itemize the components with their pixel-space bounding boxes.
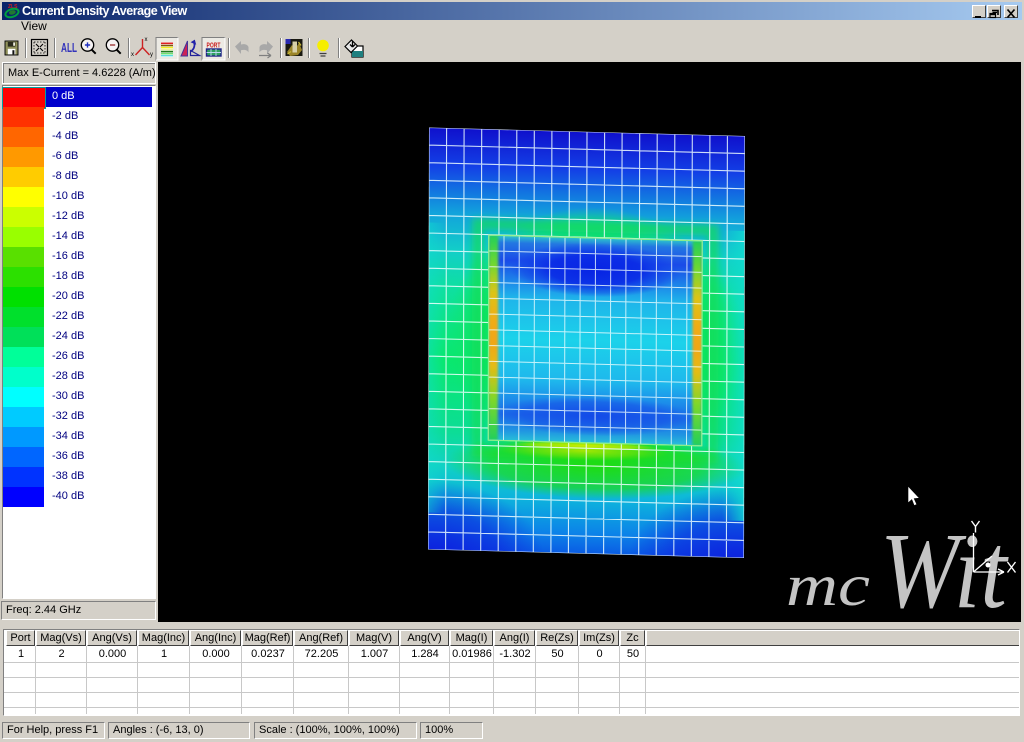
svg-text:x: x: [131, 52, 134, 58]
svg-text:y: y: [150, 52, 153, 58]
svg-text:x: x: [145, 37, 148, 43]
svg-text:ALL: ALL: [61, 40, 77, 55]
